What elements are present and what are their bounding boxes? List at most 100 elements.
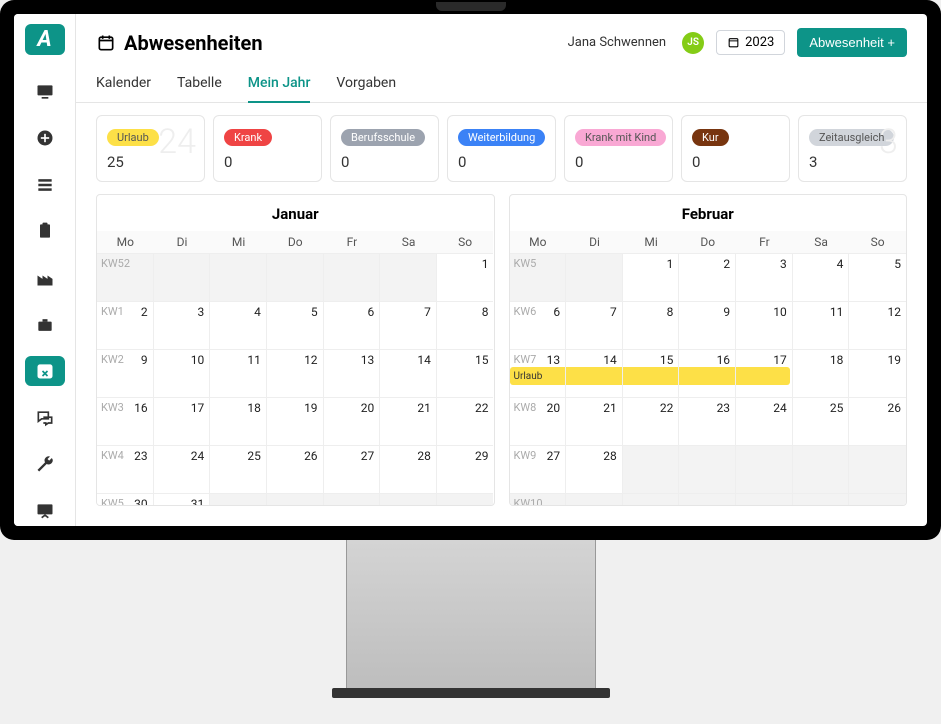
calendar-cell[interactable]: KW423 (97, 446, 154, 494)
absence-event[interactable]: Urlaub (679, 367, 735, 385)
calendar-cell[interactable]: 1 (437, 254, 494, 302)
calendar-cell[interactable]: KW12 (97, 302, 154, 350)
calendar-cell[interactable]: KW927 (510, 446, 567, 494)
absence-event[interactable]: Urlaub (566, 367, 622, 385)
calendar-cell[interactable]: 17 (154, 398, 211, 446)
calendar-cell[interactable]: 2 (679, 254, 736, 302)
stat-card-kur[interactable]: Kur0 (681, 115, 790, 182)
calendar-cell[interactable]: 29 (437, 446, 494, 494)
calendar-cell[interactable]: 25 (210, 446, 267, 494)
app-logo[interactable]: A (25, 24, 65, 55)
calendar-cell[interactable]: KW29 (97, 350, 154, 398)
absence-event[interactable]: Urlaub (736, 367, 790, 385)
week-number: KW3 (101, 401, 124, 414)
stat-card-berufsschule[interactable]: Berufsschule0 (330, 115, 439, 182)
year-selector[interactable]: 2023 (716, 30, 785, 55)
calendar-cell[interactable]: KW713Urlaub (510, 350, 567, 398)
calendar-cell[interactable]: 7 (380, 302, 437, 350)
nav-list[interactable] (25, 170, 65, 201)
weekday-header: So (849, 231, 906, 254)
calendar-cell[interactable]: 16Urlaub (679, 350, 736, 398)
calendar-cell[interactable]: 23 (679, 398, 736, 446)
calendar-cell[interactable]: 18 (793, 350, 850, 398)
new-absence-button[interactable]: Abwesenheit + (797, 28, 907, 57)
calendar-cell[interactable]: 15Urlaub (623, 350, 680, 398)
calendar-cell[interactable]: 10 (154, 350, 211, 398)
calendar-cell[interactable]: 14 (380, 350, 437, 398)
calendar-cell (793, 494, 850, 506)
calendar-cell[interactable]: 5 (849, 254, 906, 302)
calendar-cell[interactable]: 21 (566, 398, 623, 446)
day-number: 25 (830, 401, 844, 415)
calendar-cell[interactable]: 22 (623, 398, 680, 446)
calendar-cell[interactable]: 13 (324, 350, 381, 398)
calendar-cell[interactable]: 19 (267, 398, 324, 446)
avatar[interactable]: JS (682, 32, 704, 54)
day-number: 15 (475, 353, 489, 367)
calendar-cell[interactable]: 31 (154, 494, 211, 506)
stat-card-zeitausgleich[interactable]: Zeitausgleich33 (798, 115, 907, 182)
calendar-cell[interactable]: 22 (437, 398, 494, 446)
calendar-cell[interactable]: 24 (736, 398, 793, 446)
tab-tabelle[interactable]: Tabelle (177, 69, 222, 103)
absence-event[interactable]: Urlaub (510, 367, 566, 385)
calendar-cell[interactable]: 3 (154, 302, 211, 350)
calendar-cell[interactable]: 19 (849, 350, 906, 398)
calendar-cell[interactable]: 15 (437, 350, 494, 398)
nav-settings[interactable] (25, 449, 65, 480)
calendar-cell[interactable]: 11 (210, 350, 267, 398)
calendar-cell[interactable]: 10 (736, 302, 793, 350)
calendar-cell[interactable]: 11 (793, 302, 850, 350)
calendar-cell[interactable]: 24 (154, 446, 211, 494)
calendar-cell[interactable]: 8 (437, 302, 494, 350)
calendar-cell[interactable]: 26 (267, 446, 324, 494)
tab-kalender[interactable]: Kalender (96, 69, 151, 103)
calendar-cell[interactable]: 28 (566, 446, 623, 494)
calendar-cell[interactable]: 6 (324, 302, 381, 350)
calendar-cell[interactable]: 14Urlaub (566, 350, 623, 398)
calendar-cell[interactable]: 3 (736, 254, 793, 302)
nav-add[interactable] (25, 123, 65, 154)
nav-briefcase[interactable] (25, 309, 65, 340)
calendar-cell[interactable]: 5 (267, 302, 324, 350)
calendar-cell[interactable]: 20 (324, 398, 381, 446)
nav-export[interactable] (25, 495, 65, 526)
nav-clipboard[interactable] (25, 216, 65, 247)
day-number: 28 (603, 449, 617, 463)
day-number: 26 (304, 449, 318, 463)
calendar-cell[interactable]: 26 (849, 398, 906, 446)
tab-vorgaben[interactable]: Vorgaben (336, 69, 396, 103)
calendar-cell (324, 494, 381, 506)
calendar-cell[interactable]: 12 (849, 302, 906, 350)
calendar-cell (380, 494, 437, 506)
calendar-cell[interactable]: 28 (380, 446, 437, 494)
stat-card-krank[interactable]: Krank0 (213, 115, 322, 182)
calendar-cell[interactable]: 8 (623, 302, 680, 350)
stat-pill: Weiterbildung (458, 129, 545, 146)
calendar-cell[interactable]: 4 (793, 254, 850, 302)
calendar-cell[interactable]: KW316 (97, 398, 154, 446)
tab-mein-jahr[interactable]: Mein Jahr (248, 69, 311, 103)
calendar-cell[interactable]: KW530 (97, 494, 154, 506)
calendar-cell[interactable]: 7 (566, 302, 623, 350)
calendar-cell[interactable]: 9 (679, 302, 736, 350)
nav-absence[interactable] (25, 356, 65, 387)
calendar-cell[interactable]: KW66 (510, 302, 567, 350)
calendar-cell[interactable]: 25 (793, 398, 850, 446)
stat-card-krank-mit-kind[interactable]: Krank mit Kind0 (564, 115, 673, 182)
calendar-cell[interactable]: 17Urlaub (736, 350, 793, 398)
stat-card-urlaub[interactable]: Urlaub2524 (96, 115, 205, 182)
absence-event[interactable]: Urlaub (623, 367, 679, 385)
calendar-cell[interactable]: 4 (210, 302, 267, 350)
calendar-cell[interactable]: 12 (267, 350, 324, 398)
nav-factory[interactable] (25, 263, 65, 294)
calendar-cell[interactable]: 27 (324, 446, 381, 494)
calendar-cell[interactable]: KW820 (510, 398, 567, 446)
nav-chat[interactable] (25, 402, 65, 433)
day-number: 12 (887, 305, 901, 319)
calendar-cell[interactable]: 18 (210, 398, 267, 446)
stat-card-weiterbildung[interactable]: Weiterbildung0 (447, 115, 556, 182)
calendar-cell[interactable]: 21 (380, 398, 437, 446)
nav-dashboard[interactable] (25, 77, 65, 108)
calendar-cell[interactable]: 1 (623, 254, 680, 302)
